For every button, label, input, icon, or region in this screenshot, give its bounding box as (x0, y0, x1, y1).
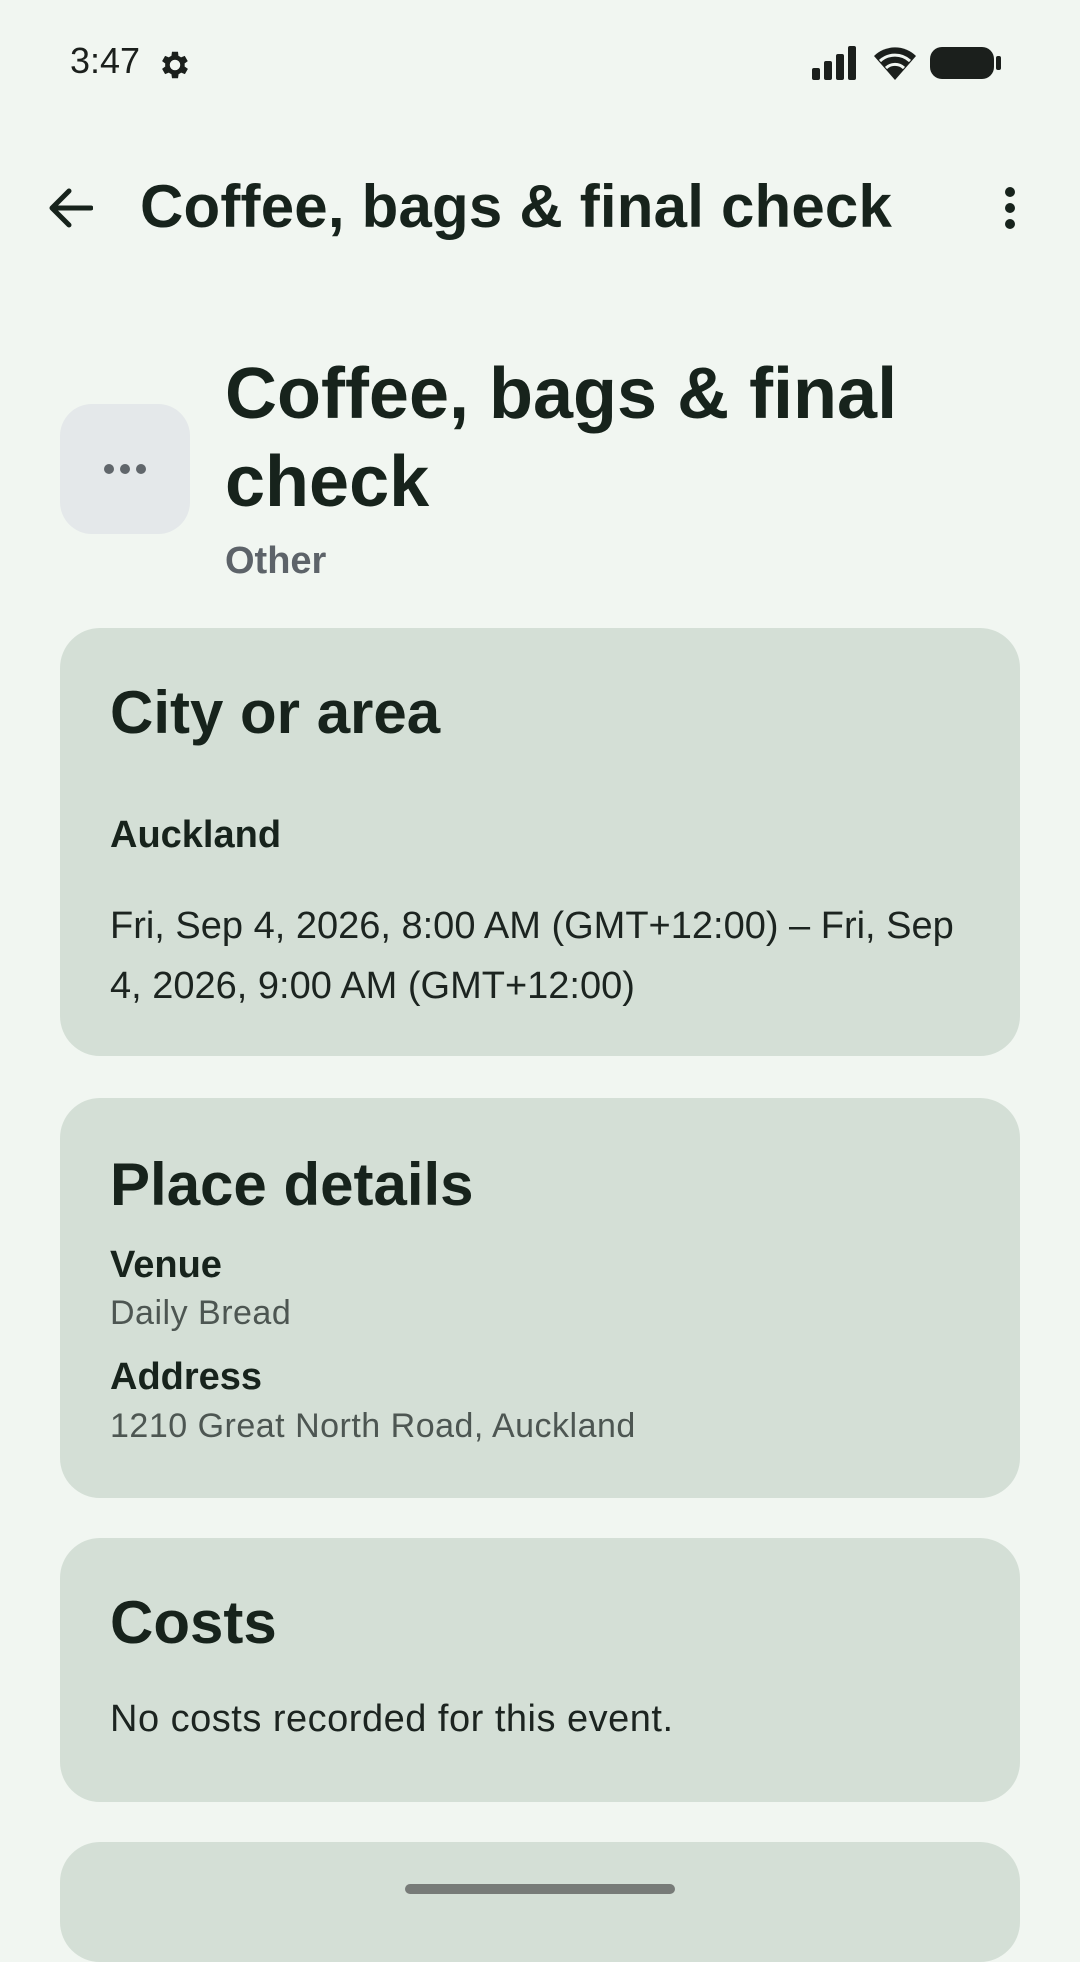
back-arrow-icon (49, 188, 93, 228)
back-button[interactable] (36, 174, 104, 242)
city-card: City or area Auckland Fri, Sep 4, 2026, … (60, 628, 1020, 1056)
city-card-heading: City or area (110, 679, 441, 746)
gesture-nav-handle[interactable] (405, 1884, 675, 1894)
more-options-button[interactable] (982, 174, 1038, 242)
more-horiz-icon (104, 464, 146, 474)
gear-icon (162, 51, 188, 79)
signal-icon (812, 46, 856, 80)
event-type-icon-tile (60, 404, 190, 534)
address-label: Address (110, 1356, 263, 1398)
event-time-range: Fri, Sep 4, 2026, 8:00 AM (GMT+12:00) – … (110, 905, 954, 1007)
place-card-heading: Place details (110, 1151, 474, 1218)
next-card-partial (60, 1842, 1020, 1962)
wifi-icon (874, 47, 916, 80)
place-details-card: Place details Venue Daily Bread Address … (60, 1098, 1020, 1498)
top-app-bar: Coffee, bags & final check (0, 150, 1080, 270)
venue-value: Daily Bread (110, 1294, 292, 1332)
city-name: Auckland (110, 814, 282, 856)
costs-card-heading: Costs (110, 1589, 277, 1656)
venue-label: Venue (110, 1244, 222, 1286)
costs-empty-text: No costs recorded for this event. (110, 1698, 674, 1740)
status-bar: 3:47 (0, 0, 1080, 128)
more-vert-icon (1005, 187, 1015, 229)
battery-icon (930, 47, 1001, 79)
address-value: 1210 Great North Road, Auckland (110, 1407, 636, 1445)
event-category: Other (225, 540, 327, 582)
event-title: Coffee, bags & final check (225, 354, 898, 522)
costs-card: Costs No costs recorded for this event. (60, 1538, 1020, 1802)
status-time: 3:47 (70, 40, 141, 81)
app-bar-title: Coffee, bags & final check (140, 173, 893, 240)
